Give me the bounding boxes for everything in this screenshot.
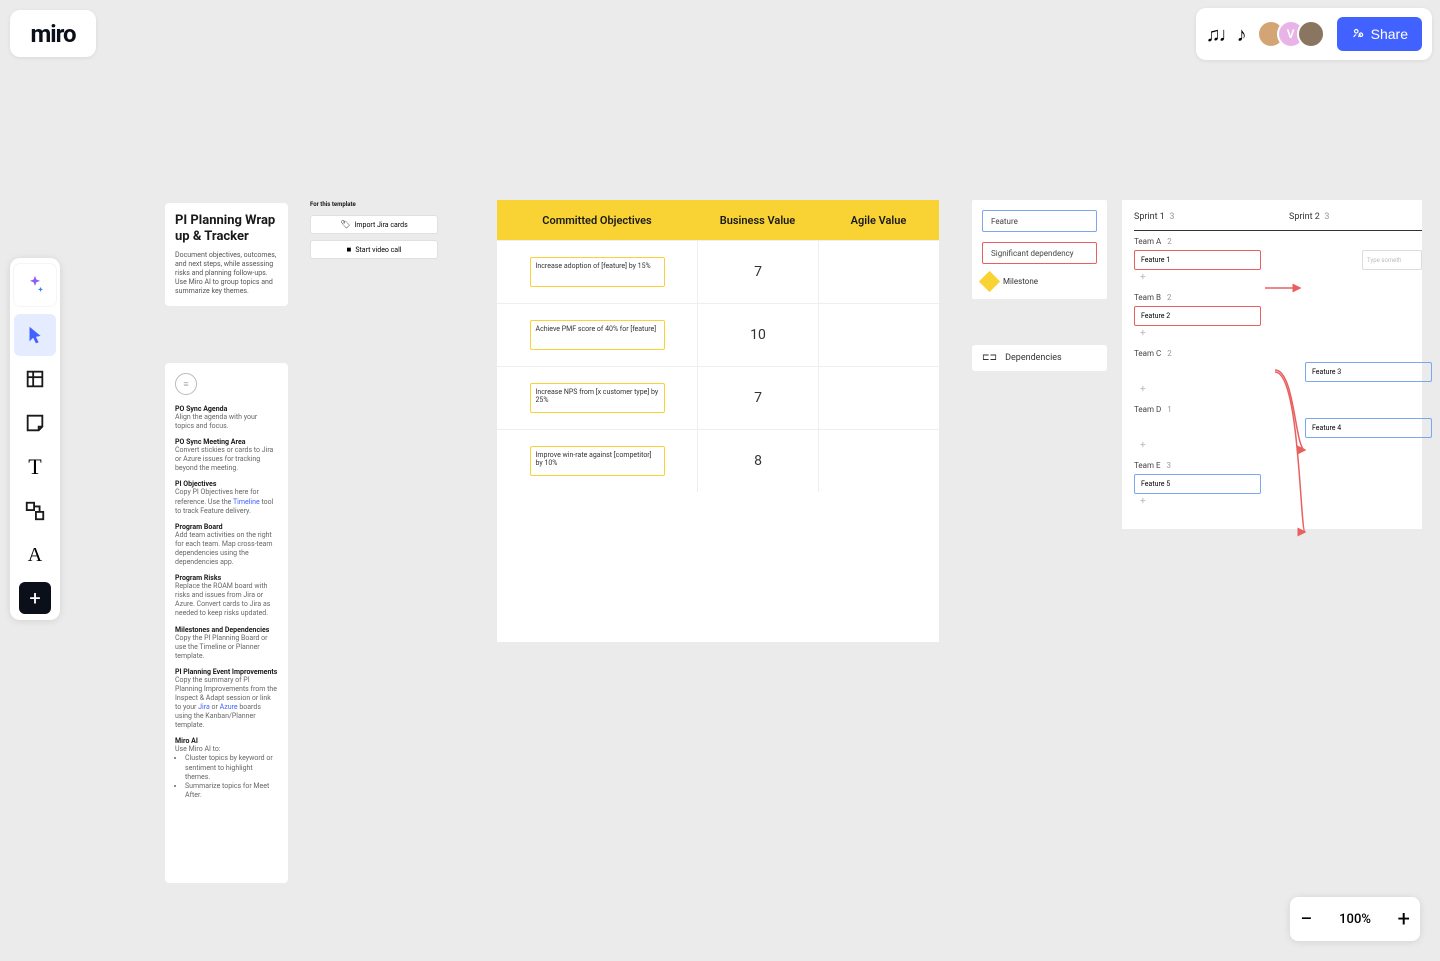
feature-card[interactable]: Feature 1 — [1134, 250, 1261, 270]
intro-title: PI Planning Wrap up & Tracker — [175, 213, 278, 246]
guide-section: Program RisksReplace the ROAM board with… — [175, 574, 278, 618]
col-objectives: Committed Objectives — [497, 200, 697, 240]
objective-card[interactable]: Increase NPS from [x customer type] by 2… — [530, 383, 665, 413]
add-card-button[interactable]: + — [1134, 494, 1422, 509]
objective-card[interactable]: Improve win-rate against [competitor] by… — [530, 446, 665, 476]
guide-section: PO Sync AgendaAlign the agenda with your… — [175, 405, 278, 431]
objective-card[interactable]: Achieve PMF score of 40% for [feature] — [530, 320, 665, 350]
intro-body: Document objectives, outcomes, and next … — [175, 251, 278, 296]
av-cell[interactable] — [818, 241, 939, 303]
video-icon: ■ — [346, 245, 351, 254]
tag-icon: 🏷 — [340, 220, 350, 229]
av-cell[interactable] — [818, 430, 939, 492]
guide-panel[interactable]: ≡ PO Sync AgendaAlign the agenda with yo… — [165, 363, 288, 883]
guide-section: PO Sync Meeting AreaConvert stickies or … — [175, 438, 278, 473]
logo-text: miro — [30, 20, 75, 48]
sprint-board[interactable]: Sprint 1 3 Sprint 2 3 Team A2Feature 1Ty… — [1122, 200, 1422, 529]
import-label: Import Jira cards — [354, 221, 407, 229]
milestone-label: Milestone — [1003, 277, 1038, 286]
sprint2-count: 3 — [1324, 212, 1329, 222]
feature-card[interactable]: Feature 4 — [1305, 418, 1432, 438]
sprint2-label: Sprint 2 — [1289, 212, 1320, 222]
import-jira-button[interactable]: 🏷 Import Jira cards — [310, 215, 438, 234]
team-row[interactable]: Team C2Feature 3+ — [1134, 349, 1422, 397]
guide-section: PI ObjectivesCopy PI Objectives here for… — [175, 480, 278, 515]
zoom-out-button[interactable]: − — [1300, 907, 1313, 932]
legend-panel[interactable]: Feature Significant dependency Milestone — [972, 200, 1107, 299]
dependencies-label: Dependencies — [1005, 353, 1062, 363]
guide-section: PI Planning Event ImprovementsCopy the s… — [175, 668, 278, 731]
bv-cell[interactable]: 8 — [697, 430, 818, 492]
team-row[interactable]: Team A2Feature 1Type someth+ — [1134, 237, 1422, 285]
tool-pen[interactable]: A — [14, 534, 56, 576]
dependencies-button[interactable]: ⊏⊐ Dependencies — [972, 345, 1107, 371]
zoom-control: − 100% + — [1290, 897, 1420, 941]
bullets-icon: ≡ — [175, 373, 197, 395]
left-toolbar: T A + — [10, 258, 60, 620]
sprint1-label: Sprint 1 — [1134, 212, 1165, 222]
zoom-in-button[interactable]: + — [1398, 907, 1410, 932]
start-video-button[interactable]: ■ Start video call — [310, 240, 438, 259]
video-label: Start video call — [355, 246, 401, 254]
zoom-value[interactable]: 100% — [1339, 912, 1371, 927]
guide-section: Milestones and DependenciesCopy the PI P… — [175, 626, 278, 661]
col-business-value: Business Value — [697, 200, 818, 240]
av-cell[interactable] — [818, 367, 939, 429]
objectives-header: Committed Objectives Business Value Agil… — [497, 200, 939, 240]
add-card-button[interactable]: + — [1134, 270, 1422, 285]
team-row[interactable]: Team E3Feature 5+ — [1134, 461, 1422, 509]
tool-shapes[interactable] — [14, 490, 56, 532]
share-icon — [1351, 26, 1365, 43]
diamond-icon — [979, 271, 1000, 292]
guide-section: Miro AIUse Miro AI to:Cluster topics by … — [175, 737, 278, 800]
tool-frame[interactable] — [14, 358, 56, 400]
topbar: ♫♩♪ V Share — [1196, 8, 1432, 60]
av-cell[interactable] — [818, 304, 939, 366]
intro-panel[interactable]: PI Planning Wrap up & Tracker Document o… — [165, 203, 288, 306]
objective-row[interactable]: Achieve PMF score of 40% for [feature] 10 — [497, 303, 939, 366]
sprint1-count: 3 — [1169, 212, 1174, 222]
avatar-stack[interactable]: V — [1257, 20, 1325, 48]
tool-ai[interactable] — [14, 264, 56, 306]
ghost-card[interactable]: Type someth — [1362, 250, 1422, 270]
bv-cell[interactable]: 7 — [697, 367, 818, 429]
tool-text[interactable]: T — [14, 446, 56, 488]
team-row[interactable]: Team B2Feature 2+ — [1134, 293, 1422, 341]
sprint-header: Sprint 1 3 Sprint 2 3 — [1134, 212, 1422, 231]
legend-milestone: Milestone — [982, 274, 1097, 289]
template-hint: For this template — [310, 201, 356, 208]
legend-feature: Feature — [982, 210, 1097, 232]
share-button[interactable]: Share — [1337, 17, 1422, 51]
add-card-button[interactable]: + — [1134, 326, 1422, 341]
objective-row[interactable]: Improve win-rate against [competitor] by… — [497, 429, 939, 492]
reactions-button[interactable]: ♫♩♪ — [1206, 22, 1245, 47]
objective-row[interactable]: Increase NPS from [x customer type] by 2… — [497, 366, 939, 429]
objective-card[interactable]: Increase adoption of [feature] by 15% — [530, 257, 665, 287]
legend-dependency: Significant dependency — [982, 242, 1097, 264]
tool-add[interactable]: + — [19, 582, 51, 614]
objectives-table[interactable]: Committed Objectives Business Value Agil… — [497, 200, 939, 642]
dependencies-icon: ⊏⊐ — [982, 353, 997, 363]
col-agile-value: Agile Value — [818, 200, 939, 240]
avatar[interactable] — [1297, 20, 1325, 48]
share-label: Share — [1371, 26, 1408, 42]
objective-row[interactable]: Increase adoption of [feature] by 15% 7 — [497, 240, 939, 303]
tool-select[interactable] — [14, 314, 56, 356]
feature-card[interactable]: Feature 2 — [1134, 306, 1261, 326]
team-row[interactable]: Team D1Feature 4+ — [1134, 405, 1422, 453]
tool-sticky[interactable] — [14, 402, 56, 444]
bv-cell[interactable]: 7 — [697, 241, 818, 303]
add-card-button[interactable]: + — [1134, 382, 1422, 397]
feature-card[interactable]: Feature 5 — [1134, 474, 1261, 494]
bv-cell[interactable]: 10 — [697, 304, 818, 366]
feature-card[interactable]: Feature 3 — [1305, 362, 1432, 382]
add-card-button[interactable]: + — [1134, 438, 1422, 453]
logo[interactable]: miro — [10, 10, 96, 57]
guide-section: Program BoardAdd team activities on the … — [175, 523, 278, 567]
